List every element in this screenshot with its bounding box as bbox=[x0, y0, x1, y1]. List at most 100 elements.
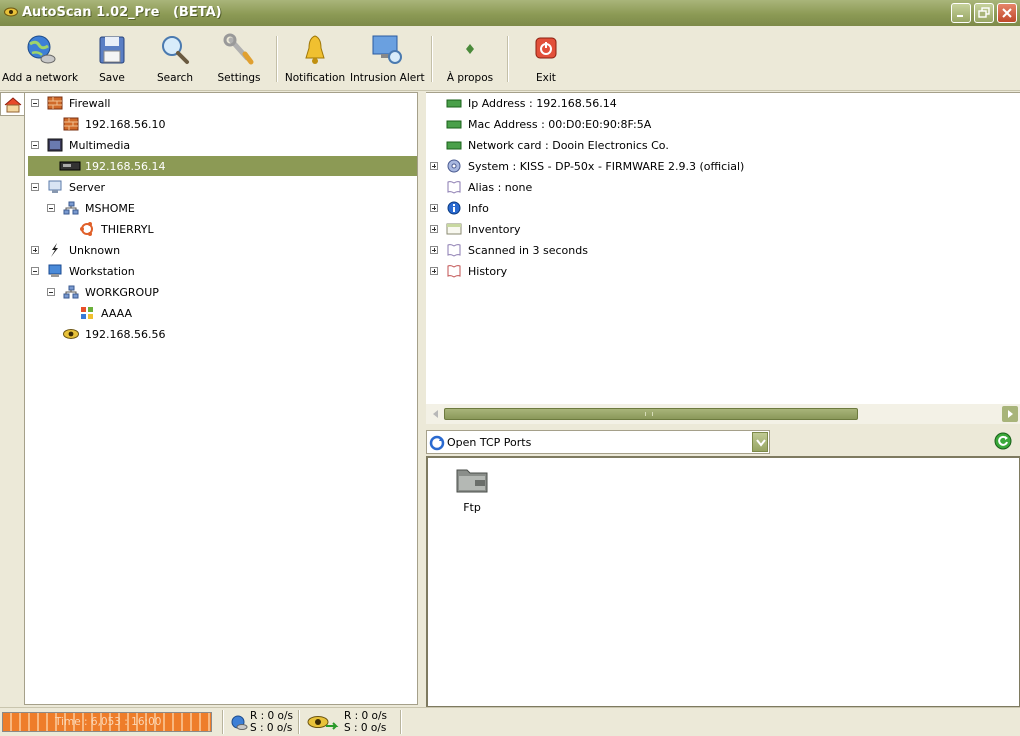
server-icon bbox=[48, 180, 62, 193]
window-title: AutoScan 1.02_Pre (BETA) bbox=[22, 5, 222, 20]
maximize-button[interactable] bbox=[974, 3, 994, 23]
eye-transfer-icon bbox=[307, 716, 339, 730]
notification-button[interactable]: Notification bbox=[284, 30, 346, 88]
close-button[interactable] bbox=[997, 3, 1017, 23]
port-item-ftp[interactable]: Ftp bbox=[454, 464, 490, 514]
workgroup-icon bbox=[63, 285, 79, 299]
exit-button[interactable]: Exit bbox=[524, 30, 568, 88]
scroll-left-arrow-icon[interactable] bbox=[428, 406, 444, 422]
expand-toggle[interactable] bbox=[430, 225, 438, 233]
about-button[interactable]: À propos bbox=[444, 30, 496, 88]
detail-label: Info bbox=[468, 202, 489, 215]
search-label: Search bbox=[156, 72, 194, 84]
app-eye-icon bbox=[4, 7, 18, 17]
network-traffic-in: R : 0 o/s S : 0 o/s bbox=[226, 708, 296, 736]
windows-logo-icon bbox=[81, 307, 93, 319]
bell-icon bbox=[305, 35, 325, 64]
house-network-icon bbox=[4, 97, 22, 113]
expand-toggle[interactable] bbox=[430, 246, 438, 254]
network-globe-icon bbox=[231, 715, 248, 730]
toolbar: Add a network Save Search Settings Notif… bbox=[0, 26, 1020, 91]
collapse-toggle[interactable] bbox=[31, 141, 39, 149]
multimedia-icon bbox=[47, 138, 63, 152]
detail-label: Ip Address : 192.168.56.14 bbox=[468, 97, 617, 110]
ports-selector[interactable]: Open TCP Ports bbox=[426, 430, 770, 454]
magnifier-icon bbox=[162, 36, 189, 64]
detail-label: System : KISS - DP-50x - FIRMWARE 2.9.3 … bbox=[468, 160, 745, 173]
scroll-right-arrow-icon[interactable] bbox=[1002, 406, 1018, 422]
network-card-icon bbox=[446, 99, 462, 108]
status-separator bbox=[400, 710, 402, 734]
book-icon bbox=[447, 181, 461, 194]
info-icon bbox=[447, 201, 461, 215]
save-label: Save bbox=[99, 72, 125, 84]
network-card-icon bbox=[446, 120, 462, 129]
detail-label: Mac Address : 00:D0:E0:90:8F:5A bbox=[468, 118, 652, 131]
notification-label: Notification bbox=[284, 72, 346, 84]
inventory-icon bbox=[446, 223, 462, 235]
collapse-toggle[interactable] bbox=[31, 183, 39, 191]
settings-label: Settings bbox=[217, 72, 261, 84]
status-separator bbox=[222, 710, 224, 734]
system-disc-icon bbox=[447, 159, 461, 173]
title-bar[interactable]: AutoScan 1.02_Pre (BETA) bbox=[0, 0, 1020, 26]
status-bar: Time : 6,053 : 16:00 R : 0 o/s S : 0 o/s… bbox=[0, 707, 1020, 736]
host-details-tree[interactable]: Ip Address : 192.168.56.14 Mac Address :… bbox=[426, 92, 1020, 404]
network-tree[interactable]: Firewall 192.168.56.10 Multimedia 192.16… bbox=[24, 92, 418, 705]
minimize-button[interactable] bbox=[951, 3, 971, 23]
refresh-icon[interactable] bbox=[994, 432, 1012, 450]
dropdown-arrow-button[interactable] bbox=[752, 432, 768, 452]
details-horizontal-scrollbar[interactable] bbox=[426, 404, 1020, 424]
media-device-icon bbox=[59, 161, 81, 171]
sync-icon bbox=[429, 435, 445, 451]
network-tab[interactable] bbox=[0, 92, 24, 116]
chevron-down-icon bbox=[756, 439, 766, 447]
tree-label: AAAA bbox=[101, 307, 133, 320]
collapse-toggle[interactable] bbox=[31, 267, 39, 275]
monitor-alert-icon bbox=[372, 35, 402, 64]
detail-label: Scanned in 3 seconds bbox=[468, 244, 588, 257]
wrench-icon bbox=[223, 33, 254, 65]
toolbar-separator bbox=[431, 36, 433, 82]
add-network-label: Add a network bbox=[2, 72, 79, 84]
scan-progress-bar: Time : 6,053 : 16:00 bbox=[2, 712, 212, 732]
ports-list[interactable]: Ftp bbox=[426, 456, 1020, 707]
tree-label: Multimedia bbox=[69, 139, 131, 152]
expand-toggle[interactable] bbox=[430, 267, 438, 275]
port-label: Ftp bbox=[463, 501, 481, 514]
eye-icon bbox=[63, 329, 79, 339]
scrollbar-thumb[interactable] bbox=[444, 408, 858, 420]
detail-label: Network card : Dooin Electronics Co. bbox=[468, 139, 669, 152]
search-button[interactable]: Search bbox=[150, 30, 200, 88]
expand-toggle[interactable] bbox=[430, 162, 438, 170]
toolbar-separator bbox=[507, 36, 509, 82]
intrusion-alert-button[interactable]: Intrusion Alert bbox=[350, 30, 425, 88]
detail-label: History bbox=[468, 265, 508, 278]
book-icon bbox=[447, 244, 461, 257]
collapse-toggle[interactable] bbox=[47, 288, 55, 296]
detail-label: Inventory bbox=[468, 223, 521, 236]
tree-label: Unknown bbox=[69, 244, 121, 257]
tree-label: THIERRYL bbox=[101, 223, 154, 236]
ports-selector-value: Open TCP Ports bbox=[447, 436, 532, 449]
save-button[interactable]: Save bbox=[88, 30, 136, 88]
ftp-folder-icon bbox=[456, 469, 488, 493]
tree-label: Firewall bbox=[69, 97, 111, 110]
firewall-icon bbox=[63, 117, 79, 131]
workgroup-icon bbox=[63, 201, 79, 215]
add-network-button[interactable]: Add a network bbox=[2, 30, 78, 88]
about-label: À propos bbox=[446, 72, 494, 84]
panel-splitter[interactable] bbox=[418, 92, 426, 705]
tree-label: MSHOME bbox=[85, 202, 135, 215]
collapse-toggle[interactable] bbox=[31, 99, 39, 107]
expand-toggle[interactable] bbox=[31, 246, 39, 254]
workstation-icon bbox=[48, 264, 62, 277]
collapse-toggle[interactable] bbox=[47, 204, 55, 212]
power-icon bbox=[535, 37, 557, 59]
settings-button[interactable]: Settings bbox=[214, 30, 264, 88]
about-icon bbox=[466, 44, 474, 54]
exit-label: Exit bbox=[536, 72, 556, 84]
network-traffic-out: R : 0 o/s S : 0 o/s bbox=[302, 708, 398, 736]
expand-toggle[interactable] bbox=[430, 204, 438, 212]
network-card-icon bbox=[446, 141, 462, 150]
